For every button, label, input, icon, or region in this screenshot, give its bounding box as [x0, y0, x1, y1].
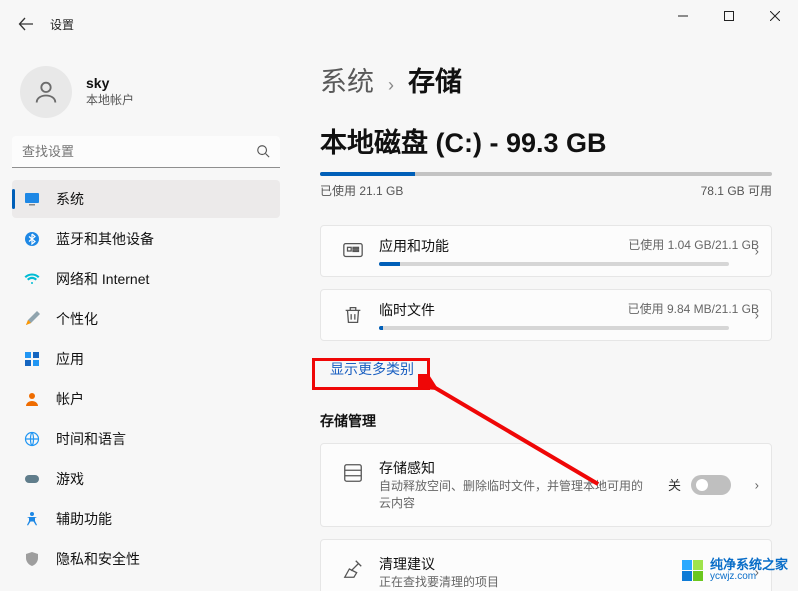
- wifi-icon: [24, 271, 40, 287]
- storage-sense-title: 存储感知: [379, 458, 649, 478]
- watermark-url: ycwjz.com: [710, 571, 788, 583]
- chevron-right-icon: ›: [755, 308, 759, 323]
- nav-label: 个性化: [56, 309, 98, 329]
- disk-free-text: 78.1 GB 可用: [701, 182, 772, 199]
- category-title: 临时文件: [379, 300, 435, 320]
- chevron-right-icon: ›: [755, 244, 759, 259]
- window-maximize-button[interactable]: [706, 0, 752, 32]
- watermark-logo-icon: [682, 560, 704, 582]
- storage-sense-icon: [333, 458, 373, 484]
- breadcrumb: 系统 › 存储: [320, 60, 776, 99]
- avatar-icon: [20, 66, 72, 118]
- nav-apps[interactable]: 应用: [12, 340, 280, 378]
- nav-accounts[interactable]: 帐户: [12, 380, 280, 418]
- show-more-categories-link[interactable]: 显示更多类别: [320, 353, 424, 385]
- chevron-right-icon: ›: [755, 477, 759, 492]
- globe-icon: [24, 431, 40, 447]
- broom-icon: [333, 554, 373, 580]
- back-icon[interactable]: [18, 16, 34, 32]
- chevron-right-icon: ›: [388, 75, 394, 96]
- display-icon: [24, 191, 40, 207]
- category-apps[interactable]: 应用和功能 已使用 1.04 GB/21.1 GB ›: [320, 225, 772, 277]
- storage-sense-card[interactable]: 存储感知 自动释放空间、删除临时文件，并管理本地可用的云内容 关 ›: [320, 443, 772, 527]
- nav-label: 帐户: [56, 389, 84, 409]
- category-usage: 已使用 1.04 GB/21.1 GB: [628, 236, 759, 256]
- disk-title: 本地磁盘 (C:) - 99.3 GB: [320, 121, 776, 160]
- nav-time-language[interactable]: 时间和语言: [12, 420, 280, 458]
- nav-label: 应用: [56, 349, 84, 369]
- nav-network[interactable]: 网络和 Internet: [12, 260, 280, 298]
- person-icon: [24, 391, 40, 407]
- toggle-state-label: 关: [668, 475, 681, 494]
- nav-label: 隐私和安全性: [56, 549, 140, 569]
- category-temp[interactable]: 临时文件 已使用 9.84 MB/21.1 GB ›: [320, 289, 772, 341]
- apps-icon: [24, 351, 40, 367]
- storage-sense-desc: 自动释放空间、删除临时文件，并管理本地可用的云内容: [379, 478, 649, 512]
- user-name: sky: [86, 75, 134, 92]
- disk-usage-bar: [320, 172, 772, 176]
- user-subtitle: 本地帐户: [86, 92, 134, 109]
- app-title: 设置: [50, 16, 74, 33]
- apps-features-icon: [333, 240, 373, 262]
- nav-label: 游戏: [56, 469, 84, 489]
- gamepad-icon: [24, 471, 40, 487]
- storage-management-header: 存储管理: [320, 411, 776, 431]
- watermark: 纯净系统之家 ycwjz.com: [682, 558, 788, 583]
- trash-icon: [333, 304, 373, 326]
- category-title: 应用和功能: [379, 236, 449, 256]
- user-profile[interactable]: sky 本地帐户: [12, 58, 300, 136]
- nav-accessibility[interactable]: 辅助功能: [12, 500, 280, 538]
- breadcrumb-parent[interactable]: 系统: [320, 60, 374, 99]
- category-usage: 已使用 9.84 MB/21.1 GB: [628, 300, 759, 320]
- window-minimize-button[interactable]: [660, 0, 706, 32]
- brush-icon: [24, 311, 40, 327]
- nav-label: 网络和 Internet: [56, 269, 149, 289]
- bluetooth-icon: [24, 231, 40, 247]
- breadcrumb-current: 存储: [408, 60, 462, 99]
- accessibility-icon: [24, 511, 40, 527]
- search-icon: [256, 144, 270, 158]
- nav-label: 蓝牙和其他设备: [56, 229, 154, 249]
- nav-gaming[interactable]: 游戏: [12, 460, 280, 498]
- window-close-button[interactable]: [752, 0, 798, 32]
- watermark-title: 纯净系统之家: [710, 558, 788, 571]
- nav-label: 系统: [56, 189, 84, 209]
- nav-personalization[interactable]: 个性化: [12, 300, 280, 338]
- nav-privacy[interactable]: 隐私和安全性: [12, 540, 280, 578]
- nav-label: 辅助功能: [56, 509, 112, 529]
- nav-label: 时间和语言: [56, 429, 126, 449]
- search-input[interactable]: [12, 136, 280, 168]
- disk-used-text: 已使用 21.1 GB: [320, 182, 403, 199]
- nav-system[interactable]: 系统: [12, 180, 280, 218]
- storage-sense-toggle[interactable]: [691, 475, 731, 495]
- nav-bluetooth[interactable]: 蓝牙和其他设备: [12, 220, 280, 258]
- shield-icon: [24, 551, 40, 567]
